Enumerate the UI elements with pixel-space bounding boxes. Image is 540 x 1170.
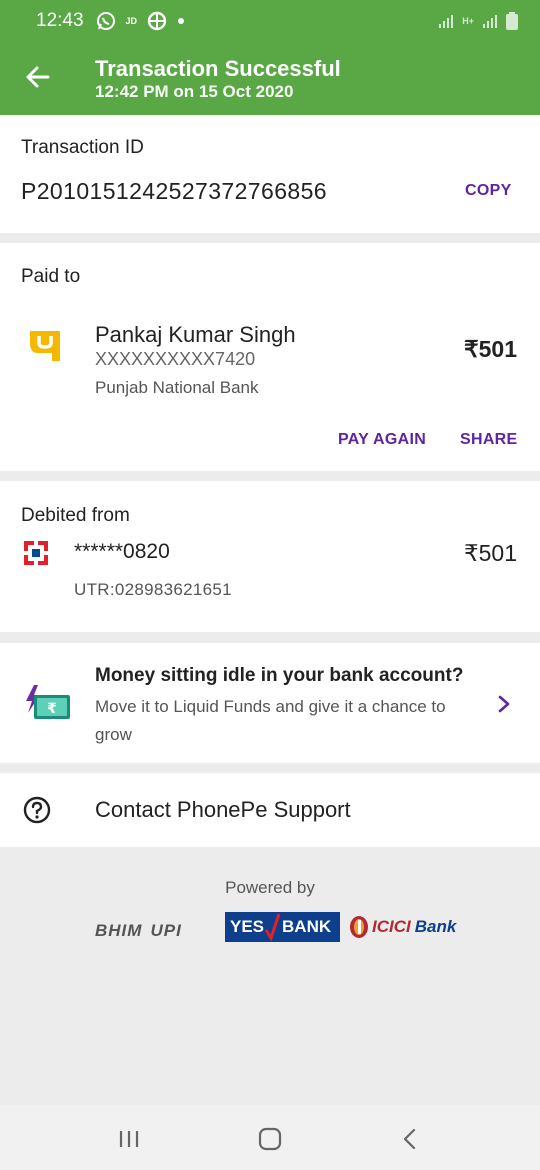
whatsapp-icon: [96, 12, 115, 30]
paid-to-card: Paid to Pankaj Kumar Singh XXXXXXXXXX742…: [0, 243, 540, 471]
transaction-timestamp: 12:42 PM on 15 Oct 2020: [95, 82, 294, 101]
status-time: 12:43: [36, 10, 84, 31]
battery-icon: [506, 12, 518, 30]
status-left-icons: JD: [96, 11, 186, 31]
contact-support-row[interactable]: Contact PhonePe Support: [0, 773, 540, 847]
yes-bank-checkmark-icon: [264, 913, 281, 942]
back-nav-icon[interactable]: [402, 1128, 418, 1150]
transaction-id-card: Transaction ID P2010151242527372766856 C…: [0, 115, 540, 233]
yes-bank-logo: YES BANK: [225, 912, 340, 942]
transaction-id-label: Transaction ID: [21, 137, 144, 158]
app-bar: Transaction Successful 12:42 PM on 15 Oc…: [0, 42, 540, 115]
yes-bank-bank-text: BANK: [282, 917, 332, 936]
paid-amount: ₹501: [463, 336, 517, 362]
back-arrow-icon[interactable]: [24, 64, 50, 90]
signal-icon: [439, 15, 454, 28]
share-button[interactable]: SHARE: [460, 431, 518, 449]
contact-support-label: Contact PhonePe Support: [95, 797, 351, 822]
money-transfer-icon: ₹: [26, 685, 70, 719]
yes-bank-yes-text: YES: [230, 917, 265, 936]
liquid-funds-promo-card[interactable]: ₹ Money sitting idle in your bank accoun…: [0, 643, 540, 763]
notification-dot-icon: [178, 18, 185, 24]
android-nav-bar: [0, 1105, 540, 1170]
bhim-upi-logo: BHIM UPI: [95, 921, 182, 941]
debit-account-number: ******0820: [74, 540, 170, 563]
payee-name: Pankaj Kumar Singh: [95, 322, 296, 347]
bhim-logo-text: BHIM: [95, 921, 143, 940]
debited-from-label: Debited from: [21, 505, 130, 526]
payee-bank-name: Punjab National Bank: [95, 378, 259, 397]
icici-text: ICICI: [372, 917, 411, 936]
promo-body: Move it to Liquid Funds and give it a ch…: [95, 697, 446, 744]
transaction-id-value: P2010151242527372766856: [21, 178, 327, 204]
recent-apps-icon[interactable]: [118, 1128, 140, 1150]
page-title: Transaction Successful: [95, 56, 341, 81]
icici-bank-logo: ICICI Bank: [348, 915, 456, 939]
utr-number: UTR:028983621651: [74, 580, 232, 599]
payee-account-number: XXXXXXXXXX7420: [95, 349, 256, 369]
paid-to-label: Paid to: [21, 266, 81, 287]
powered-by-label: Powered by: [225, 878, 315, 897]
icici-emblem-icon: [350, 916, 368, 938]
partner-logos: BHIM UPI YES BANK ICICI Bank: [95, 909, 465, 947]
cricket-icon: [147, 11, 167, 31]
icici-bank-text: Bank: [414, 917, 457, 936]
debited-from-card: Debited from ******0820 ₹501 UTR:0289836…: [0, 481, 540, 632]
footer: Powered by BHIM UPI YES BANK ICICI Bank: [0, 847, 540, 1105]
copy-button[interactable]: COPY: [465, 182, 512, 200]
jd-icon: JD: [125, 16, 138, 26]
rupee-symbol: ₹: [47, 701, 57, 717]
status-right-icons: H+: [438, 12, 518, 30]
chevron-right-icon[interactable]: [497, 695, 511, 713]
status-bar: 12:43 JD H+: [0, 0, 540, 42]
pnb-bank-logo-icon: [30, 331, 60, 361]
pay-again-button[interactable]: PAY AGAIN: [338, 431, 426, 449]
home-icon[interactable]: [258, 1127, 282, 1151]
help-question-icon: [23, 796, 51, 824]
signal-2-icon: [483, 15, 497, 28]
hdfc-bank-logo-icon: [24, 541, 48, 565]
debit-amount: ₹501: [463, 540, 517, 566]
upi-logo-text: UPI: [150, 921, 182, 940]
promo-title: Money sitting idle in your bank account?: [95, 665, 464, 686]
network-type-icon: H+: [462, 16, 474, 26]
